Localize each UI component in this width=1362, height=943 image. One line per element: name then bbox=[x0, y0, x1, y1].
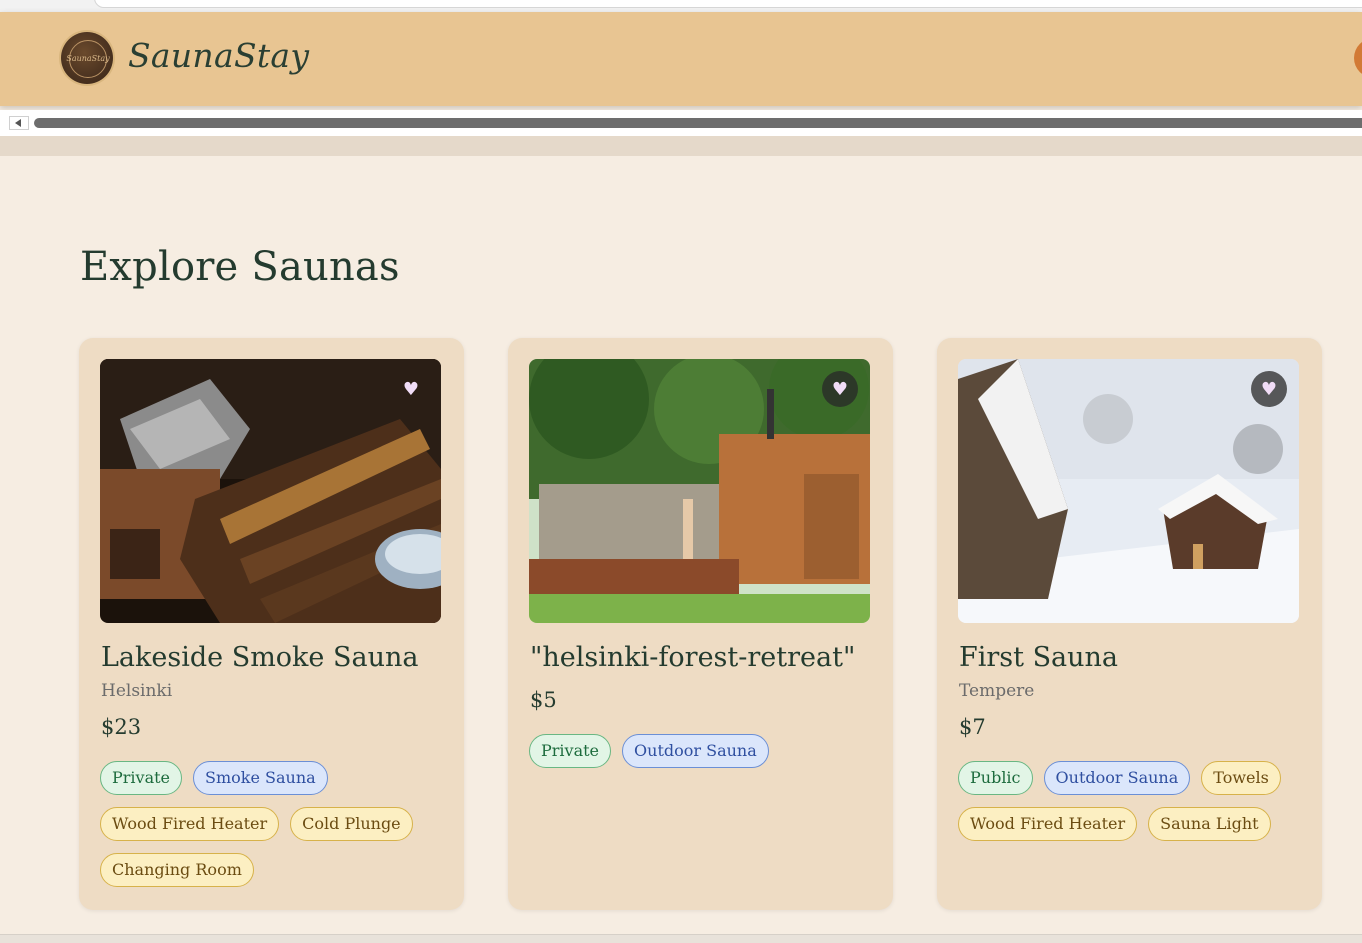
sauna-card[interactable]: ♥ "helsinki-forest-retreat" $5 Private O… bbox=[508, 338, 893, 910]
sauna-location: Helsinki bbox=[101, 681, 173, 701]
sauna-card[interactable]: ♥ First Sauna Tempere $7 Public Outdoor … bbox=[937, 338, 1322, 910]
horizontal-scrollbar[interactable] bbox=[0, 110, 1362, 136]
favorite-button[interactable]: ♥ bbox=[1251, 371, 1287, 407]
address-bar-edge bbox=[94, 0, 1362, 8]
sauna-price: $5 bbox=[530, 688, 557, 712]
logo-text: SaunaStay bbox=[66, 40, 110, 78]
tag-amenity: Changing Room bbox=[100, 853, 254, 887]
avatar[interactable] bbox=[1354, 38, 1362, 78]
logo[interactable]: SaunaStay bbox=[61, 32, 113, 84]
sauna-image[interactable]: ♥ bbox=[529, 359, 870, 623]
tag-list: Public Outdoor Sauna Towels Wood Fired H… bbox=[958, 761, 1308, 841]
favorite-button[interactable]: ♥ bbox=[822, 371, 858, 407]
tag-amenity: Sauna Light bbox=[1148, 807, 1271, 841]
sauna-title[interactable]: Lakeside Smoke Sauna bbox=[101, 642, 418, 673]
tag-list: Private Smoke Sauna Wood Fired Heater Co… bbox=[100, 761, 450, 887]
heart-icon: ♥ bbox=[1260, 378, 1278, 400]
sauna-image[interactable]: ♥ bbox=[100, 359, 441, 623]
header-divider bbox=[0, 136, 1362, 156]
sauna-card[interactable]: ♥ Lakeside Smoke Sauna Helsinki $23 Priv… bbox=[79, 338, 464, 910]
brand-name[interactable]: SaunaStay bbox=[128, 36, 309, 75]
heart-icon: ♥ bbox=[402, 378, 420, 400]
tag-amenity: Wood Fired Heater bbox=[100, 807, 280, 841]
browser-top-strip bbox=[0, 0, 1362, 12]
sauna-title[interactable]: "helsinki-forest-retreat" bbox=[530, 642, 855, 673]
sauna-image[interactable]: ♥ bbox=[958, 359, 1299, 623]
heart-icon: ♥ bbox=[831, 378, 849, 400]
tag-access: Private bbox=[100, 761, 183, 795]
sauna-price: $23 bbox=[101, 715, 142, 739]
scrollbar-thumb[interactable] bbox=[34, 118, 1362, 128]
tag-amenity: Towels bbox=[1201, 761, 1281, 795]
sauna-location: Tempere bbox=[959, 681, 1035, 701]
scroll-left-arrow-icon[interactable] bbox=[9, 116, 29, 130]
tag-amenity: Cold Plunge bbox=[290, 807, 413, 841]
tag-sauna-type: Smoke Sauna bbox=[193, 761, 328, 795]
sauna-price: $7 bbox=[959, 715, 986, 739]
sauna-title[interactable]: First Sauna bbox=[959, 642, 1118, 673]
tag-sauna-type: Outdoor Sauna bbox=[622, 734, 769, 768]
tag-access: Public bbox=[958, 761, 1033, 795]
tag-amenity: Wood Fired Heater bbox=[958, 807, 1138, 841]
tag-access: Private bbox=[529, 734, 612, 768]
favorite-button[interactable]: ♥ bbox=[393, 371, 429, 407]
tag-list: Private Outdoor Sauna bbox=[529, 734, 879, 768]
site-header: SaunaStay SaunaStay bbox=[0, 12, 1362, 106]
page-title: Explore Saunas bbox=[80, 244, 400, 290]
tag-sauna-type: Outdoor Sauna bbox=[1043, 761, 1191, 795]
